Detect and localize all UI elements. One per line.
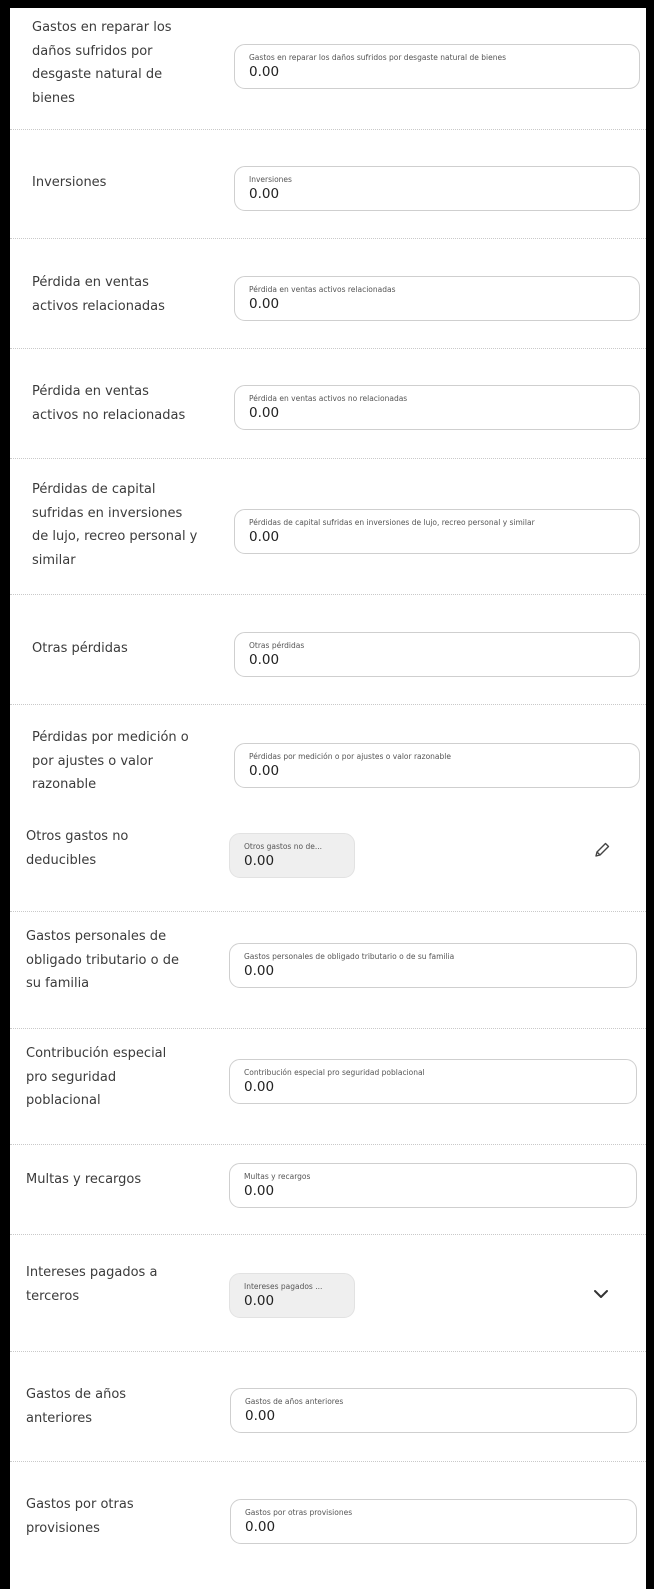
row-divider — [10, 1028, 646, 1029]
row-divider — [10, 594, 646, 595]
field-value: 0.00 — [249, 763, 280, 779]
row-label: Pérdidas de capital sufridas en inversio… — [32, 482, 198, 568]
row-divider — [10, 911, 646, 912]
field-label: Otros gastos no de... — [244, 842, 322, 851]
row-label: Gastos en reparar los daños sufridos por… — [32, 20, 172, 106]
field-value: 0.00 — [249, 405, 280, 421]
amount-input[interactable]: Pérdidas por medición o por ajustes o va… — [234, 743, 640, 788]
row-label: Contribución especial pro seguridad pobl… — [26, 1046, 167, 1108]
field-value: 0.00 — [244, 963, 275, 979]
form-panel: Gastos en reparar los daños sufridos por… — [10, 8, 646, 1589]
field-value: 0.00 — [245, 1408, 276, 1424]
amount-input[interactable]: Pérdida en ventas activos no relacionada… — [234, 385, 640, 430]
amount-input[interactable]: Gastos por otras provisiones 0.00 — [230, 1499, 637, 1544]
amount-input-readonly[interactable]: Intereses pagados ... 0.00 — [229, 1273, 355, 1318]
field-value: 0.00 — [249, 64, 280, 80]
field-label: Gastos por otras provisiones — [245, 1508, 353, 1517]
field-label: Pérdidas de capital sufridas en inversio… — [249, 518, 535, 527]
field-label: Intereses pagados ... — [244, 1282, 323, 1291]
amount-input[interactable]: Gastos en reparar los daños sufridos por… — [234, 44, 640, 89]
row-label: Inversiones — [32, 175, 107, 190]
field-label: Pérdidas por medición o por ajustes o va… — [249, 752, 451, 761]
field-value: 0.00 — [249, 529, 280, 545]
row-label: Pérdidas por medición o por ajustes o va… — [32, 730, 189, 792]
pencil-icon[interactable] — [592, 840, 612, 860]
field-label: Multas y recargos — [244, 1172, 311, 1181]
row-divider — [10, 129, 646, 130]
row-label: Pérdida en ventas activos no relacionada… — [32, 384, 186, 423]
field-label: Contribución especial pro seguridad pobl… — [244, 1068, 425, 1077]
field-value: 0.00 — [244, 1293, 275, 1309]
field-label: Gastos personales de obligado tributario… — [244, 952, 455, 961]
row-label: Gastos personales de obligado tributario… — [26, 929, 179, 991]
field-value: 0.00 — [249, 186, 280, 202]
amount-input-readonly[interactable]: Otros gastos no de... 0.00 — [229, 833, 355, 878]
row-label: Otros gastos no deducibles — [26, 829, 129, 868]
field-label: Gastos en reparar los daños sufridos por… — [249, 53, 506, 62]
field-value: 0.00 — [244, 853, 275, 869]
row-label: Multas y recargos — [26, 1172, 142, 1187]
row-label: Pérdida en ventas activos relacionadas — [32, 275, 165, 314]
row-divider — [10, 1351, 646, 1352]
field-label: Pérdida en ventas activos relacionadas — [249, 285, 396, 294]
row-label: Otras pérdidas — [32, 641, 128, 656]
field-label: Gastos de años anteriores — [245, 1397, 344, 1406]
row-divider — [10, 238, 646, 239]
amount-input[interactable]: Inversiones 0.00 — [234, 166, 640, 211]
row-divider — [10, 1461, 646, 1462]
field-label: Pérdida en ventas activos no relacionada… — [249, 394, 408, 403]
row-label: Intereses pagados a terceros — [26, 1265, 158, 1304]
row-divider — [10, 1234, 646, 1235]
chevron-down-icon[interactable] — [591, 1287, 611, 1301]
row-divider — [10, 458, 646, 459]
row-label: Gastos de años anteriores — [26, 1387, 127, 1426]
row-label: Gastos por otras provisiones — [26, 1497, 134, 1536]
amount-input[interactable]: Gastos personales de obligado tributario… — [229, 943, 637, 988]
field-label: Inversiones — [249, 175, 292, 184]
amount-input[interactable]: Contribución especial pro seguridad pobl… — [229, 1059, 637, 1104]
amount-input[interactable]: Pérdidas de capital sufridas en inversio… — [234, 509, 640, 554]
field-value: 0.00 — [244, 1183, 275, 1199]
field-value: 0.00 — [249, 296, 280, 312]
amount-input[interactable]: Gastos de años anteriores 0.00 — [230, 1388, 637, 1433]
row-divider — [10, 1144, 646, 1145]
row-divider — [10, 348, 646, 349]
row-divider — [10, 704, 646, 705]
amount-input[interactable]: Otras pérdidas 0.00 — [234, 632, 640, 677]
field-value: 0.00 — [244, 1079, 275, 1095]
field-label: Otras pérdidas — [249, 641, 305, 650]
field-value: 0.00 — [245, 1519, 276, 1535]
field-value: 0.00 — [249, 652, 280, 668]
amount-input[interactable]: Multas y recargos 0.00 — [229, 1163, 637, 1208]
amount-input[interactable]: Pérdida en ventas activos relacionadas 0… — [234, 276, 640, 321]
